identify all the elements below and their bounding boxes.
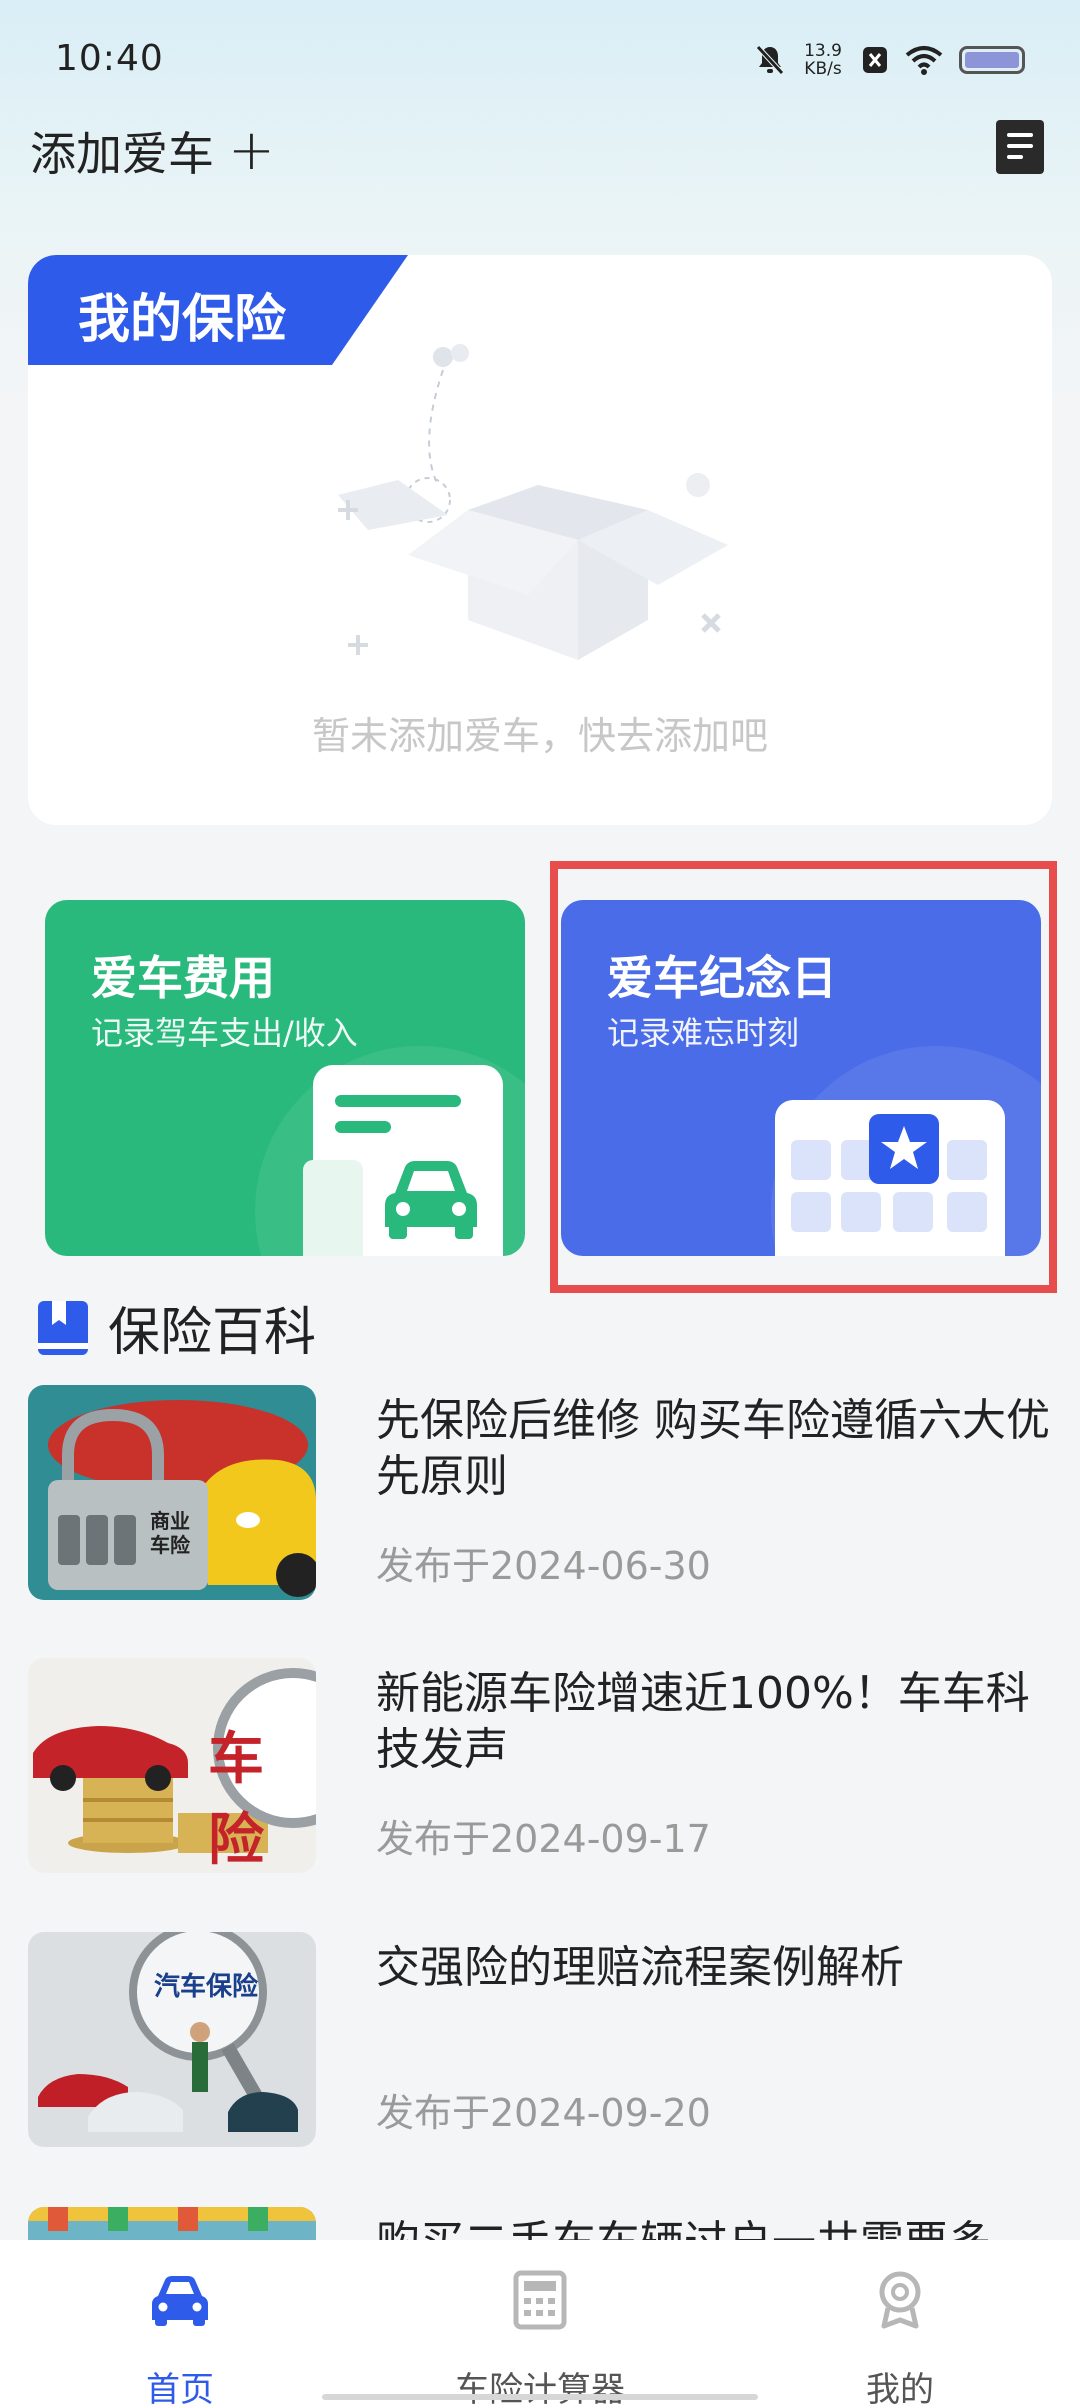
tab-calculator-label: 车险计算器 — [455, 2370, 625, 2408]
thumbnail-caption: 汽车保险 — [154, 1972, 259, 2002]
status-bar: 10:40 13.9 KB/s — [0, 0, 1080, 120]
network-speed: 13.9 KB/s — [801, 42, 845, 78]
empty-box-icon — [338, 344, 728, 660]
car-expense-card[interactable]: 爱车费用 记录驾车支出/收入 — [45, 900, 525, 1256]
article-item[interactable]: 汽车保险 交强险的理赔流程案例解析 发布于2024-09-20 — [28, 1932, 1058, 2147]
sim-off-icon — [863, 47, 887, 73]
article-title: 交强险的理赔流程案例解析 — [376, 1942, 904, 1993]
thumbnail-caption: 商业 车险 — [150, 1509, 190, 1557]
document-icon[interactable] — [996, 120, 1044, 174]
article-date: 发布于2024-09-20 — [376, 2091, 711, 2135]
article-item[interactable]: 商业 车险 先保险后维修 购买车险遵循六大优先原则 发布于2024-06-30 — [28, 1385, 1058, 1600]
network-speed-value: 13.9 — [804, 41, 842, 61]
car-expense-title: 爱车费用 — [91, 951, 275, 1005]
plus-icon: + — [228, 118, 275, 183]
selection-highlight — [550, 861, 1057, 1293]
article-thumbnail: 商业 车险 — [28, 1385, 316, 1600]
article-thumbnail: 车险 — [28, 1658, 316, 1873]
status-time: 10:40 — [55, 38, 164, 79]
add-car-button[interactable]: 添加爱车 + — [30, 118, 275, 184]
article-date: 发布于2024-09-17 — [376, 1817, 711, 1861]
tab-calculator[interactable]: 车险计算器 — [360, 2240, 720, 2408]
profile-icon — [879, 2271, 921, 2329]
my-insurance-title: 我的保险 — [78, 290, 287, 350]
article-date: 发布于2024-06-30 — [376, 1544, 711, 1588]
article-item[interactable]: 车险 新能源车险增速近100%！车车科技发声 发布于2024-09-17 — [28, 1658, 1058, 1873]
network-speed-unit: KB/s — [804, 59, 842, 79]
thumbnail-caption: 车险 — [208, 1727, 264, 1873]
tab-home-label: 首页 — [146, 2370, 214, 2408]
car-icon — [385, 1161, 477, 1239]
article-title: 先保险后维修 购买车险遵循六大优先原则 — [376, 1395, 1050, 1502]
battery-icon — [959, 46, 1025, 74]
calculator-icon — [513, 2270, 567, 2330]
wifi-icon — [905, 46, 943, 75]
car-expense-subtitle: 记录驾车支出/收入 — [91, 1014, 358, 1052]
home-indicator[interactable] — [322, 2394, 758, 2400]
car-icon — [152, 2276, 208, 2326]
my-insurance-card[interactable]: 我的保险 暂未添加爱车，快去添加吧 — [28, 255, 1052, 825]
article-title: 新能源车险增速近100%！车车科技发声 — [376, 1668, 1030, 1775]
tab-profile[interactable]: 我的 — [720, 2240, 1080, 2408]
section-title: 保险百科 — [108, 1303, 317, 1363]
insurance-wiki-heading: 保险百科 — [36, 1290, 316, 1365]
book-icon — [38, 1300, 88, 1355]
mute-bell-icon — [756, 45, 784, 75]
tab-profile-label: 我的 — [866, 2370, 934, 2408]
article-thumbnail: 汽车保险 — [28, 1932, 316, 2147]
empty-state-text: 暂未添加爱车，快去添加吧 — [311, 714, 768, 758]
status-icons: 13.9 KB/s — [755, 42, 1025, 78]
expense-document-icon — [303, 1065, 503, 1256]
add-car-label: 添加爱车 — [30, 127, 214, 181]
tab-home[interactable]: 首页 — [0, 2240, 360, 2408]
bottom-tab-bar: 首页 车险计算器 我的 — [0, 2240, 1080, 2408]
